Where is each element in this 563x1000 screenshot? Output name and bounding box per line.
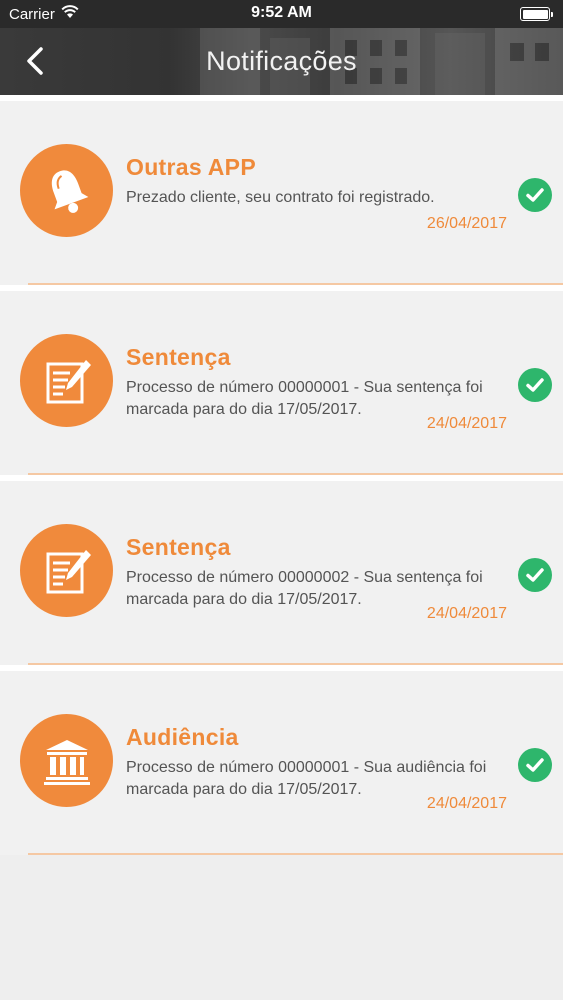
check-icon[interactable] [518, 178, 552, 212]
notification-date: 24/04/2017 [426, 795, 507, 812]
page-title: Notificações [206, 46, 357, 76]
notification-card[interactable]: Sentença Processo de número 00000001 - S… [0, 285, 563, 475]
nav-bar: Notificações [0, 28, 563, 95]
notification-icon-circle [20, 144, 113, 237]
notification-icon-circle [20, 524, 113, 617]
notification-date: 24/04/2017 [426, 605, 507, 622]
notification-text: Prezado cliente, seu contrato foi regist… [126, 189, 435, 206]
check-icon[interactable] [518, 558, 552, 592]
courthouse-icon [43, 739, 90, 785]
notification-title: Outras APP [126, 154, 256, 180]
status-bar: Carrier 9:52 AM [0, 0, 563, 28]
notification-card[interactable]: Audiência Processo de número 00000001 - … [0, 665, 563, 855]
notification-title: Sentença [126, 344, 231, 370]
check-icon[interactable] [518, 368, 552, 402]
notification-card[interactable]: Sentença Processo de número 00000002 - S… [0, 475, 563, 665]
notification-icon-circle [20, 714, 113, 807]
check-icon[interactable] [518, 748, 552, 782]
notification-date: 24/04/2017 [426, 415, 507, 432]
notification-title: Audiência [126, 724, 239, 750]
notification-list: Outras APP Prezado cliente, seu contrato… [0, 95, 563, 855]
document-edit-icon [46, 549, 91, 593]
bell-icon [51, 169, 88, 213]
notification-icon-circle [20, 334, 113, 427]
notification-card[interactable]: Outras APP Prezado cliente, seu contrato… [0, 95, 563, 285]
status-time: 9:52 AM [251, 4, 312, 21]
notification-date: 26/04/2017 [426, 215, 507, 232]
divider [28, 853, 563, 855]
notification-title: Sentença [126, 534, 231, 560]
battery-icon [520, 7, 553, 21]
document-edit-icon [46, 359, 91, 403]
